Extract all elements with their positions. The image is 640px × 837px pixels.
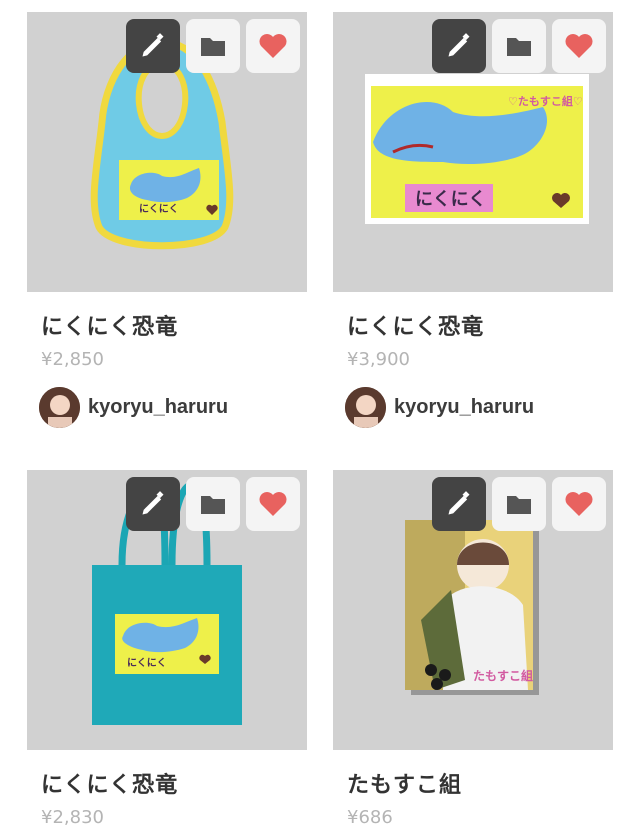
edit-button[interactable]: [126, 19, 180, 73]
heart-icon: [259, 492, 287, 516]
pencil-icon: [448, 33, 470, 57]
product-card[interactable]: にくにく にくにく恐竜 ¥2,830: [27, 470, 307, 837]
folder-button[interactable]: [492, 477, 546, 531]
heart-icon: [565, 34, 593, 58]
product-grid: にくにく にくにく恐竜 ¥2,850 kyoryu_haruru ♡たもすこ組♡…: [0, 0, 640, 837]
card-actions: [432, 19, 606, 73]
print-text: にくにく: [127, 657, 167, 669]
author[interactable]: kyoryu_haruru: [345, 387, 534, 428]
product-image[interactable]: にくにく: [27, 470, 307, 750]
product-price: ¥2,830: [41, 807, 104, 828]
folder-button[interactable]: [492, 19, 546, 73]
author[interactable]: kyoryu_haruru: [39, 387, 228, 428]
favorite-button[interactable]: [552, 477, 606, 531]
card-actions: [432, 477, 606, 531]
product-price: ¥3,900: [347, 349, 410, 370]
folder-icon: [201, 38, 225, 56]
favorite-button[interactable]: [246, 477, 300, 531]
card-actions: [126, 19, 300, 73]
edit-button[interactable]: [432, 19, 486, 73]
product-image[interactable]: ♡たもすこ組♡ にくにく: [333, 12, 613, 292]
card-actions: [126, 477, 300, 531]
product-title[interactable]: にくにく恐竜: [41, 767, 178, 799]
favorite-button[interactable]: [552, 19, 606, 73]
author-name[interactable]: kyoryu_haruru: [88, 396, 228, 419]
product-image[interactable]: たもすこ組: [333, 470, 613, 750]
product-title[interactable]: たもすこ組: [347, 767, 462, 799]
edit-button[interactable]: [126, 477, 180, 531]
avatar-image: [39, 387, 80, 428]
heart-icon: [259, 34, 287, 58]
favorite-button[interactable]: [246, 19, 300, 73]
product-title[interactable]: にくにく恐竜: [347, 309, 484, 341]
product-card[interactable]: にくにく にくにく恐竜 ¥2,850 kyoryu_haruru: [27, 12, 307, 432]
pencil-icon: [142, 33, 164, 57]
product-image[interactable]: にくにく: [27, 12, 307, 292]
print-text: にくにく: [139, 203, 179, 215]
avatar[interactable]: [39, 387, 80, 428]
print-text: にくにく: [415, 189, 486, 210]
product-price: ¥686: [347, 807, 393, 828]
folder-icon: [507, 38, 531, 56]
pencil-icon: [142, 491, 164, 515]
author-name[interactable]: kyoryu_haruru: [394, 396, 534, 419]
avatar[interactable]: [345, 387, 386, 428]
edit-button[interactable]: [432, 477, 486, 531]
folder-button[interactable]: [186, 477, 240, 531]
pencil-icon: [448, 491, 470, 515]
folder-button[interactable]: [186, 19, 240, 73]
heart-icon: [565, 492, 593, 516]
folder-icon: [201, 496, 225, 514]
product-price: ¥2,850: [41, 349, 104, 370]
product-title[interactable]: にくにく恐竜: [41, 309, 178, 341]
product-card[interactable]: たもすこ組 たもすこ組 ¥686: [333, 470, 613, 837]
folder-icon: [507, 496, 531, 514]
print-tag: ♡たもすこ組♡: [508, 94, 583, 108]
product-card[interactable]: ♡たもすこ組♡ にくにく にくにく恐竜 ¥3,900 kyoryu_haruru: [333, 12, 613, 432]
print-tag: たもすこ組: [473, 668, 533, 683]
avatar-image: [345, 387, 386, 428]
